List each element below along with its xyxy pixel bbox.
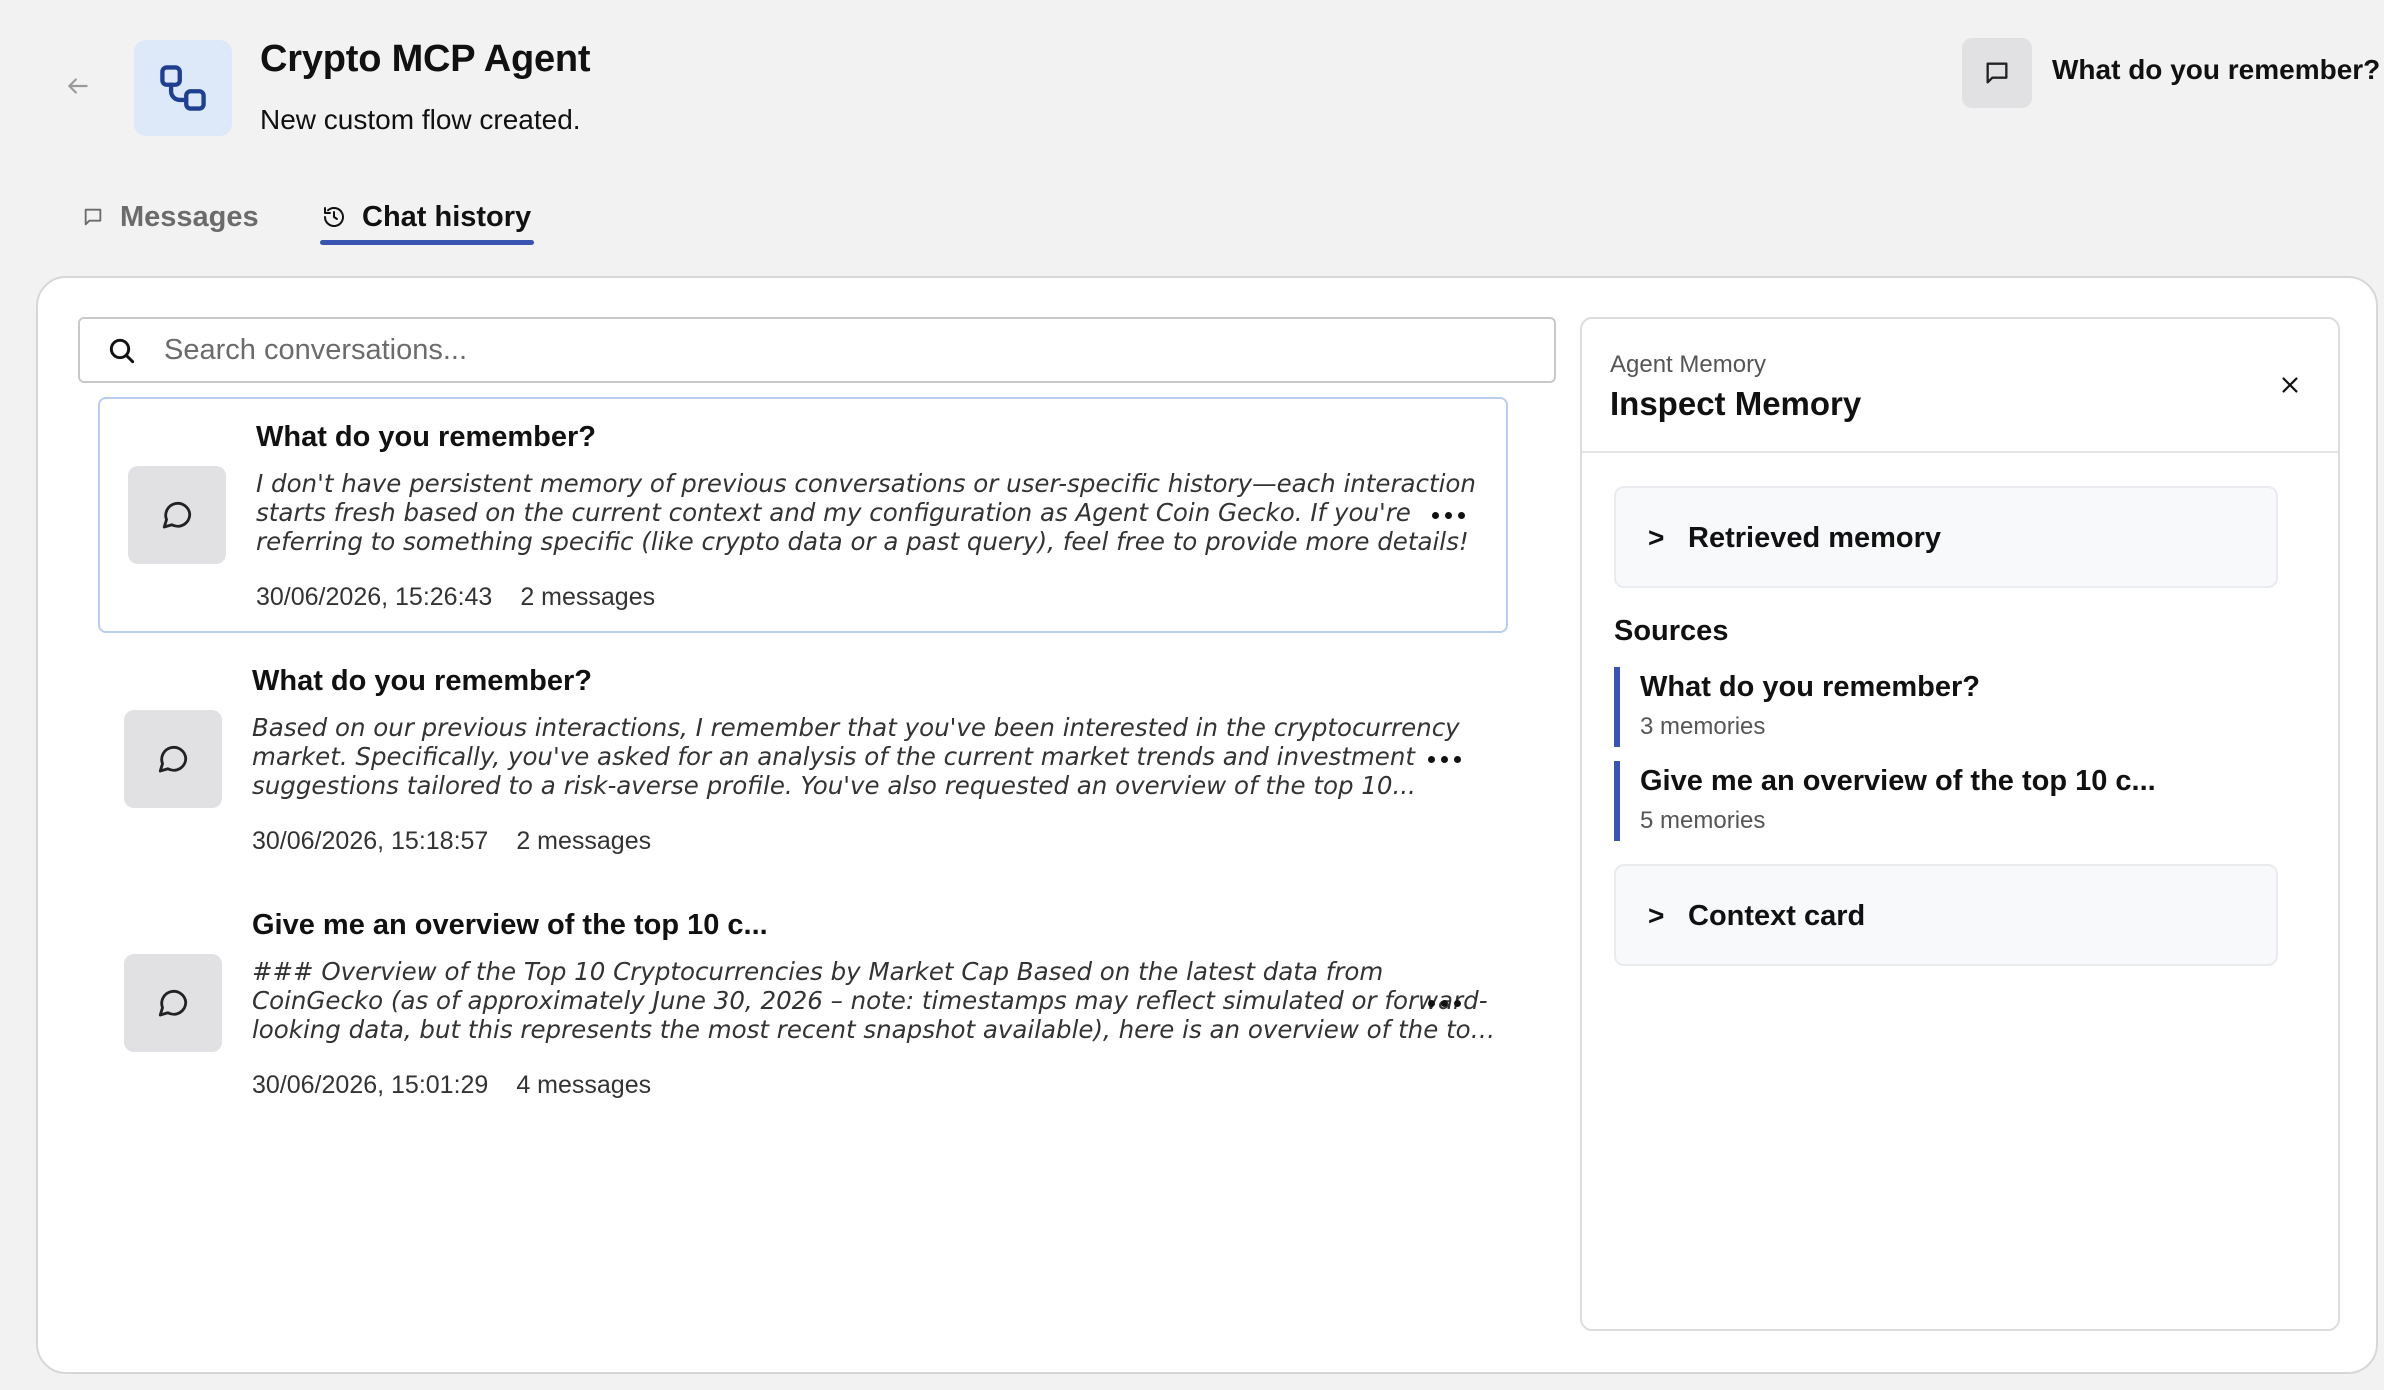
- app-logo: [134, 40, 232, 136]
- search-input[interactable]: [164, 325, 1534, 375]
- open-chat-button[interactable]: [1962, 38, 2032, 108]
- conversation-title: What do you remember?: [252, 665, 592, 697]
- chevron-right-icon: >: [1648, 900, 1665, 931]
- source-title: Give me an overview of the top 10 c...: [1640, 765, 2156, 797]
- tab-label: Messages: [120, 200, 259, 233]
- retrieved-memory-accordion[interactable]: > Retrieved memory: [1614, 486, 2278, 588]
- divider: [1582, 451, 2338, 453]
- conversation-preview: ### Overview of the Top 10 Cryptocurrenc…: [252, 957, 1488, 1044]
- message-square-icon: [1986, 62, 2008, 84]
- memory-panel: Agent Memory Inspect Memory > Retrieved …: [1580, 317, 2340, 1331]
- conversation-message-count: 2 messages: [516, 827, 652, 855]
- conversation-timestamp: 30/06/2026, 15:18:57: [252, 827, 489, 855]
- arrow-left-icon: [68, 78, 88, 94]
- more-options-button[interactable]: [1416, 983, 1472, 1023]
- conversation-icon: [128, 466, 226, 564]
- ellipsis-icon: [1427, 755, 1435, 763]
- source-item[interactable]: Give me an overview of the top 10 c... 5…: [1614, 761, 2234, 841]
- source-memory-count: 5 memories: [1640, 807, 1766, 834]
- more-options-button[interactable]: [1416, 739, 1472, 779]
- conversation-icon: [124, 710, 222, 808]
- close-icon: [2282, 377, 2298, 393]
- memory-heading: Inspect Memory: [1610, 385, 1862, 422]
- history-icon: [324, 207, 344, 227]
- sources-title: Sources: [1614, 615, 1729, 647]
- conversation-item[interactable]: Give me an overview of the top 10 c... #…: [96, 887, 1506, 1123]
- conversation-timestamp: 30/06/2026, 15:01:29: [252, 1071, 489, 1099]
- ellipsis-icon: [1431, 511, 1439, 519]
- current-chat-label[interactable]: What do you remember?: [2052, 54, 2380, 86]
- tab-chat-history[interactable]: Chat history: [322, 188, 531, 246]
- conversation-title: What do you remember?: [256, 421, 596, 453]
- source-title: What do you remember?: [1640, 671, 1980, 703]
- flow-nodes-icon: [160, 65, 206, 111]
- source-item[interactable]: What do you remember? 3 memories: [1614, 667, 2234, 747]
- search-icon: [109, 338, 135, 364]
- context-card-accordion[interactable]: > Context card: [1614, 864, 2278, 966]
- conversation-message-count: 4 messages: [516, 1071, 652, 1099]
- conversation-meta: 30/06/2026, 15:18:57 2 messages: [252, 827, 651, 856]
- conversation-meta: 30/06/2026, 15:26:43 2 messages: [256, 583, 655, 612]
- search-box: [78, 317, 1556, 383]
- tab-label: Chat history: [362, 200, 532, 233]
- conversation-meta: 30/06/2026, 15:01:29 4 messages: [252, 1071, 651, 1100]
- close-button[interactable]: [2270, 365, 2310, 405]
- page-subtitle: New custom flow created.: [260, 104, 581, 135]
- conversation-icon: [124, 954, 222, 1052]
- conversation-item[interactable]: What do you remember? Based on our previ…: [96, 643, 1506, 879]
- source-memory-count: 3 memories: [1640, 713, 1766, 740]
- memory-eyebrow: Agent Memory: [1610, 351, 1767, 378]
- active-tab-indicator: [320, 240, 534, 245]
- conversation-timestamp: 30/06/2026, 15:26:43: [256, 583, 493, 611]
- conversation-item[interactable]: What do you remember? I don't have persi…: [98, 397, 1508, 633]
- message-circle-icon: [158, 745, 188, 773]
- conversation-preview: I don't have persistent memory of previo…: [256, 469, 1476, 556]
- message-circle-icon: [158, 989, 188, 1017]
- page-title: Crypto MCP Agent: [260, 38, 591, 80]
- message-circle-icon: [162, 501, 192, 529]
- accordion-label: Retrieved memory: [1688, 522, 1942, 554]
- back-button[interactable]: [58, 66, 98, 106]
- message-square-icon: [84, 208, 102, 226]
- chevron-right-icon: >: [1648, 522, 1665, 553]
- ellipsis-icon: [1427, 999, 1435, 1007]
- conversation-title: Give me an overview of the top 10 c...: [252, 909, 768, 941]
- conversation-message-count: 2 messages: [520, 583, 656, 611]
- accordion-label: Context card: [1688, 900, 1866, 932]
- more-options-button[interactable]: [1420, 495, 1476, 535]
- conversation-preview: Based on our previous interactions, I re…: [252, 713, 1460, 800]
- tab-messages[interactable]: Messages: [82, 188, 259, 246]
